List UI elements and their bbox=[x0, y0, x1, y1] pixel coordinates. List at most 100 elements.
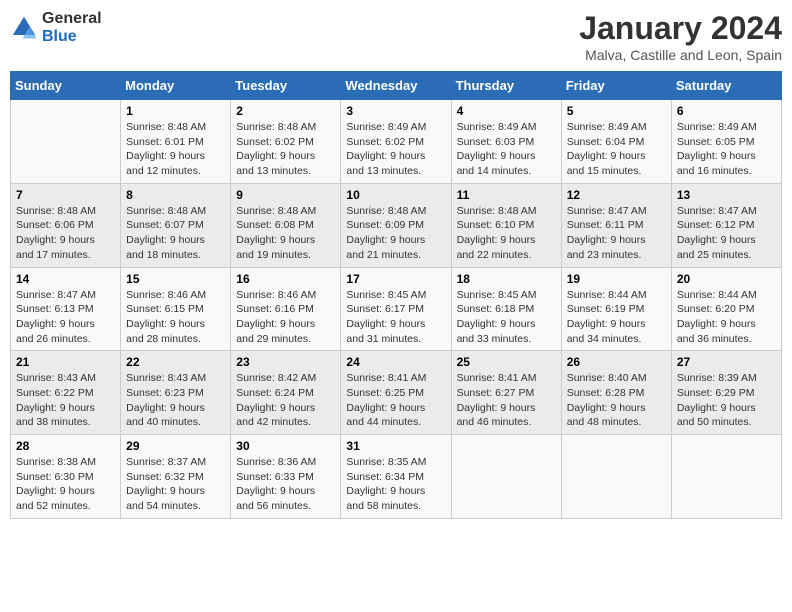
month-title: January 2024 bbox=[579, 10, 782, 47]
cell-content: Sunrise: 8:44 AM Sunset: 6:19 PM Dayligh… bbox=[567, 288, 666, 347]
cell-content: Sunrise: 8:46 AM Sunset: 6:15 PM Dayligh… bbox=[126, 288, 225, 347]
day-number: 22 bbox=[126, 355, 225, 369]
calendar-cell: 18 Sunrise: 8:45 AM Sunset: 6:18 PM Dayli… bbox=[451, 267, 561, 351]
day-number: 29 bbox=[126, 439, 225, 453]
day-number: 7 bbox=[16, 188, 115, 202]
calendar-cell: 13 Sunrise: 8:47 AM Sunset: 6:12 PM Dayli… bbox=[671, 183, 781, 267]
calendar-cell: 5 Sunrise: 8:49 AM Sunset: 6:04 PM Daylig… bbox=[561, 100, 671, 184]
calendar-cell: 19 Sunrise: 8:44 AM Sunset: 6:19 PM Dayli… bbox=[561, 267, 671, 351]
cell-content: Sunrise: 8:36 AM Sunset: 6:33 PM Dayligh… bbox=[236, 455, 335, 514]
day-number: 19 bbox=[567, 272, 666, 286]
day-number: 1 bbox=[126, 104, 225, 118]
calendar-cell: 15 Sunrise: 8:46 AM Sunset: 6:15 PM Dayli… bbox=[121, 267, 231, 351]
day-number: 20 bbox=[677, 272, 776, 286]
calendar-cell: 4Sunrise: 8:49 AM Sunset: 6:03 PM Daylig… bbox=[451, 100, 561, 184]
calendar-cell: 8 Sunrise: 8:48 AM Sunset: 6:07 PM Daylig… bbox=[121, 183, 231, 267]
location-title: Malva, Castille and Leon, Spain bbox=[579, 47, 782, 63]
cell-content: Sunrise: 8:49 AM Sunset: 6:02 PM Dayligh… bbox=[346, 120, 445, 179]
calendar-cell: 6Sunrise: 8:49 AM Sunset: 6:05 PM Daylig… bbox=[671, 100, 781, 184]
day-number: 5 bbox=[567, 104, 666, 118]
calendar-cell bbox=[451, 435, 561, 519]
week-row-5: 28 Sunrise: 8:38 AM Sunset: 6:30 PM Dayli… bbox=[11, 435, 782, 519]
day-number: 26 bbox=[567, 355, 666, 369]
cell-content: Sunrise: 8:47 AM Sunset: 6:13 PM Dayligh… bbox=[16, 288, 115, 347]
cell-content: Sunrise: 8:38 AM Sunset: 6:30 PM Dayligh… bbox=[16, 455, 115, 514]
cell-content: Sunrise: 8:41 AM Sunset: 6:25 PM Dayligh… bbox=[346, 371, 445, 430]
week-row-1: 1 Sunrise: 8:48 AM Sunset: 6:01 PM Daylig… bbox=[11, 100, 782, 184]
cell-content: Sunrise: 8:49 AM Sunset: 6:05 PM Dayligh… bbox=[677, 120, 776, 179]
logo-general-label: General bbox=[42, 10, 102, 28]
calendar-cell: 17Sunrise: 8:45 AM Sunset: 6:17 PM Dayli… bbox=[341, 267, 451, 351]
cell-content: Sunrise: 8:37 AM Sunset: 6:32 PM Dayligh… bbox=[126, 455, 225, 514]
day-number: 15 bbox=[126, 272, 225, 286]
cell-content: Sunrise: 8:47 AM Sunset: 6:11 PM Dayligh… bbox=[567, 204, 666, 263]
calendar-cell bbox=[671, 435, 781, 519]
cell-content: Sunrise: 8:44 AM Sunset: 6:20 PM Dayligh… bbox=[677, 288, 776, 347]
column-header-row: SundayMondayTuesdayWednesdayThursdayFrid… bbox=[11, 72, 782, 100]
calendar-cell: 25Sunrise: 8:41 AM Sunset: 6:27 PM Dayli… bbox=[451, 351, 561, 435]
logo-text: General Blue bbox=[42, 10, 102, 45]
calendar-cell: 3Sunrise: 8:49 AM Sunset: 6:02 PM Daylig… bbox=[341, 100, 451, 184]
day-number: 28 bbox=[16, 439, 115, 453]
week-row-2: 7Sunrise: 8:48 AM Sunset: 6:06 PM Daylig… bbox=[11, 183, 782, 267]
calendar-cell: 9Sunrise: 8:48 AM Sunset: 6:08 PM Daylig… bbox=[231, 183, 341, 267]
calendar-cell: 26 Sunrise: 8:40 AM Sunset: 6:28 PM Dayli… bbox=[561, 351, 671, 435]
col-header-wednesday: Wednesday bbox=[341, 72, 451, 100]
day-number: 2 bbox=[236, 104, 335, 118]
calendar-cell: 28 Sunrise: 8:38 AM Sunset: 6:30 PM Dayli… bbox=[11, 435, 121, 519]
calendar-cell: 24 Sunrise: 8:41 AM Sunset: 6:25 PM Dayli… bbox=[341, 351, 451, 435]
day-number: 13 bbox=[677, 188, 776, 202]
calendar-cell: 12 Sunrise: 8:47 AM Sunset: 6:11 PM Dayli… bbox=[561, 183, 671, 267]
col-header-saturday: Saturday bbox=[671, 72, 781, 100]
calendar-cell bbox=[11, 100, 121, 184]
cell-content: Sunrise: 8:48 AM Sunset: 6:09 PM Dayligh… bbox=[346, 204, 445, 263]
day-number: 8 bbox=[126, 188, 225, 202]
logo-icon bbox=[10, 14, 38, 42]
cell-content: Sunrise: 8:46 AM Sunset: 6:16 PM Dayligh… bbox=[236, 288, 335, 347]
day-number: 16 bbox=[236, 272, 335, 286]
cell-content: Sunrise: 8:49 AM Sunset: 6:04 PM Dayligh… bbox=[567, 120, 666, 179]
day-number: 23 bbox=[236, 355, 335, 369]
logo: General Blue bbox=[10, 10, 102, 45]
cell-content: Sunrise: 8:45 AM Sunset: 6:17 PM Dayligh… bbox=[346, 288, 445, 347]
day-number: 30 bbox=[236, 439, 335, 453]
cell-content: Sunrise: 8:40 AM Sunset: 6:28 PM Dayligh… bbox=[567, 371, 666, 430]
header: General Blue January 2024 Malva, Castill… bbox=[10, 10, 782, 63]
cell-content: Sunrise: 8:48 AM Sunset: 6:07 PM Dayligh… bbox=[126, 204, 225, 263]
cell-content: Sunrise: 8:48 AM Sunset: 6:08 PM Dayligh… bbox=[236, 204, 335, 263]
week-row-3: 14 Sunrise: 8:47 AM Sunset: 6:13 PM Dayli… bbox=[11, 267, 782, 351]
cell-content: Sunrise: 8:48 AM Sunset: 6:01 PM Dayligh… bbox=[126, 120, 225, 179]
col-header-friday: Friday bbox=[561, 72, 671, 100]
cell-content: Sunrise: 8:43 AM Sunset: 6:22 PM Dayligh… bbox=[16, 371, 115, 430]
col-header-sunday: Sunday bbox=[11, 72, 121, 100]
col-header-tuesday: Tuesday bbox=[231, 72, 341, 100]
day-number: 24 bbox=[346, 355, 445, 369]
calendar-cell: 14 Sunrise: 8:47 AM Sunset: 6:13 PM Dayli… bbox=[11, 267, 121, 351]
calendar-cell: 31Sunrise: 8:35 AM Sunset: 6:34 PM Dayli… bbox=[341, 435, 451, 519]
cell-content: Sunrise: 8:49 AM Sunset: 6:03 PM Dayligh… bbox=[457, 120, 556, 179]
cell-content: Sunrise: 8:47 AM Sunset: 6:12 PM Dayligh… bbox=[677, 204, 776, 263]
cell-content: Sunrise: 8:41 AM Sunset: 6:27 PM Dayligh… bbox=[457, 371, 556, 430]
day-number: 14 bbox=[16, 272, 115, 286]
cell-content: Sunrise: 8:45 AM Sunset: 6:18 PM Dayligh… bbox=[457, 288, 556, 347]
day-number: 12 bbox=[567, 188, 666, 202]
calendar-table: SundayMondayTuesdayWednesdayThursdayFrid… bbox=[10, 71, 782, 519]
cell-content: Sunrise: 8:48 AM Sunset: 6:10 PM Dayligh… bbox=[457, 204, 556, 263]
cell-content: Sunrise: 8:42 AM Sunset: 6:24 PM Dayligh… bbox=[236, 371, 335, 430]
day-number: 18 bbox=[457, 272, 556, 286]
calendar-cell: 2 Sunrise: 8:48 AM Sunset: 6:02 PM Daylig… bbox=[231, 100, 341, 184]
calendar-cell: 20 Sunrise: 8:44 AM Sunset: 6:20 PM Dayli… bbox=[671, 267, 781, 351]
cell-content: Sunrise: 8:39 AM Sunset: 6:29 PM Dayligh… bbox=[677, 371, 776, 430]
col-header-monday: Monday bbox=[121, 72, 231, 100]
cell-content: Sunrise: 8:48 AM Sunset: 6:02 PM Dayligh… bbox=[236, 120, 335, 179]
col-header-thursday: Thursday bbox=[451, 72, 561, 100]
day-number: 27 bbox=[677, 355, 776, 369]
calendar-cell: 29 Sunrise: 8:37 AM Sunset: 6:32 PM Dayli… bbox=[121, 435, 231, 519]
calendar-cell: 16 Sunrise: 8:46 AM Sunset: 6:16 PM Dayli… bbox=[231, 267, 341, 351]
calendar-cell: 22Sunrise: 8:43 AM Sunset: 6:23 PM Dayli… bbox=[121, 351, 231, 435]
logo-blue-label: Blue bbox=[42, 28, 102, 46]
calendar-cell: 1 Sunrise: 8:48 AM Sunset: 6:01 PM Daylig… bbox=[121, 100, 231, 184]
calendar-cell: 7Sunrise: 8:48 AM Sunset: 6:06 PM Daylig… bbox=[11, 183, 121, 267]
calendar-cell: 30 Sunrise: 8:36 AM Sunset: 6:33 PM Dayli… bbox=[231, 435, 341, 519]
calendar-cell: 10Sunrise: 8:48 AM Sunset: 6:09 PM Dayli… bbox=[341, 183, 451, 267]
